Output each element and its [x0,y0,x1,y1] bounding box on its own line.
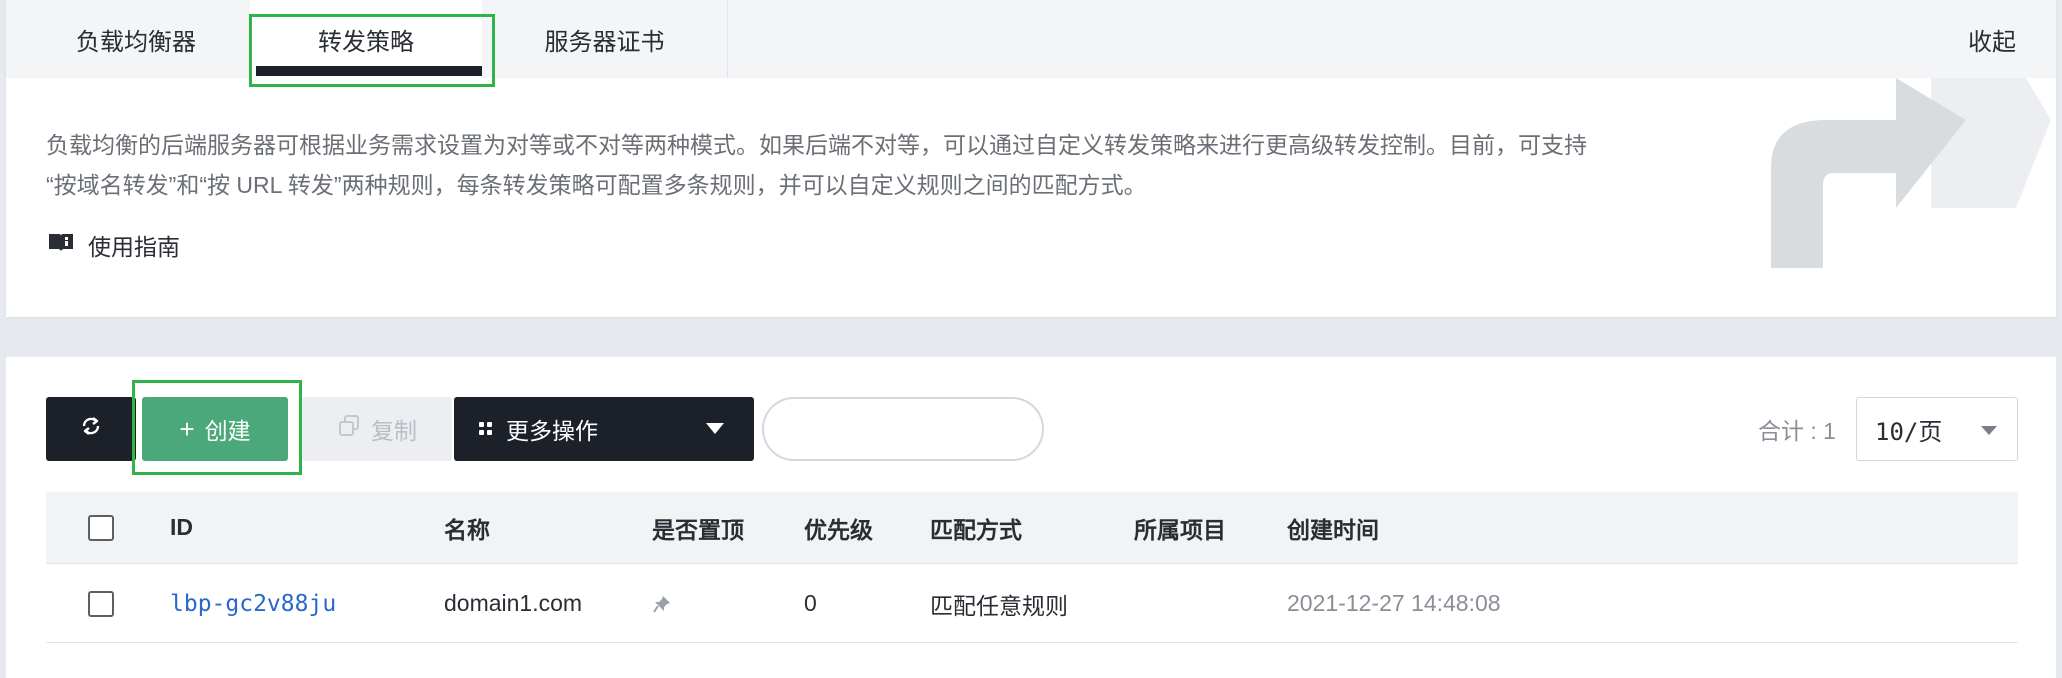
total-count: 合计 : 1 [1758,418,1836,444]
guide-label: 使用指南 [88,234,180,260]
row-checkbox[interactable] [88,591,114,617]
header-priority: 优先级 [804,516,873,543]
copy-label: 复制 [371,418,417,444]
chevron-down-icon [706,423,724,434]
copy-button[interactable]: 复制 [302,397,452,461]
collapse-button[interactable]: 收起 [1968,0,2016,78]
guide-link[interactable]: 使用指南 [48,228,180,262]
table-header: ID 名称 是否置顶 优先级 匹配方式 所属项目 创建时间 [46,492,2018,564]
more-actions-dropdown[interactable]: 更多操作 [454,397,754,461]
header-project: 所属项目 [1134,516,1226,543]
policy-id-link[interactable]: lbp-gc2v88ju [170,591,336,617]
header-match: 匹配方式 [930,516,1022,543]
policy-match-mode: 匹配任意规则 [930,592,1068,619]
description-line-2: “按域名转发”和“按 URL 转发”两种规则，每条转发策略可配置多条规则，并可以… [46,172,1147,198]
active-tab-indicator [256,66,482,76]
refresh-button[interactable] [46,397,136,461]
pin-icon[interactable] [652,565,672,642]
description: 负载均衡的后端服务器可根据业务需求设置为对等或不对等两种模式。如果后端不对等，可… [46,125,1696,205]
search-input[interactable] [762,397,1044,461]
select-all-checkbox[interactable] [88,515,114,541]
info-card: 负载均衡器 转发策略 服务器证书 收起 负载均衡的后端服务器可根据业务需求设置为… [6,0,2056,317]
tab-bar: 负载均衡器 转发策略 服务器证书 收起 [6,0,2056,78]
policy-created-time: 2021-12-27 14:48:08 [1287,590,1501,616]
header-id: ID [170,514,193,540]
create-button[interactable]: + 创建 [142,397,288,461]
create-label: 创建 [204,418,251,444]
more-actions-label: 更多操作 [506,418,598,444]
refresh-icon [80,415,102,443]
tab-server-certificate[interactable]: 服务器证书 [482,0,728,78]
table-row: lbp-gc2v88ju domain1.com 0 匹配任意规则 2021-1… [46,565,2018,643]
policy-name: domain1.com [444,590,583,616]
description-line-1: 负载均衡的后端服务器可根据业务需求设置为对等或不对等两种模式。如果后端不对等，可… [46,132,1587,158]
header-created: 创建时间 [1287,516,1379,543]
page-size-value: 10/页 [1875,417,1943,446]
plus-icon: + [179,414,195,444]
tab-load-balancer[interactable]: 负载均衡器 [26,0,246,78]
policy-list-card: + 创建 复制 更多操作 合计 : 1 10/页 ID 名称 是否置顶 优先级 … [6,357,2056,678]
book-icon [48,231,74,259]
forward-arrow-illustration [1771,78,2051,268]
copy-icon [337,414,361,444]
header-pinned: 是否置顶 [652,516,744,543]
page-size-select[interactable]: 10/页 [1856,397,2018,461]
policy-priority: 0 [804,590,817,616]
grid-icon [478,416,494,443]
chevron-down-icon [1981,426,1997,435]
header-name: 名称 [444,516,490,543]
